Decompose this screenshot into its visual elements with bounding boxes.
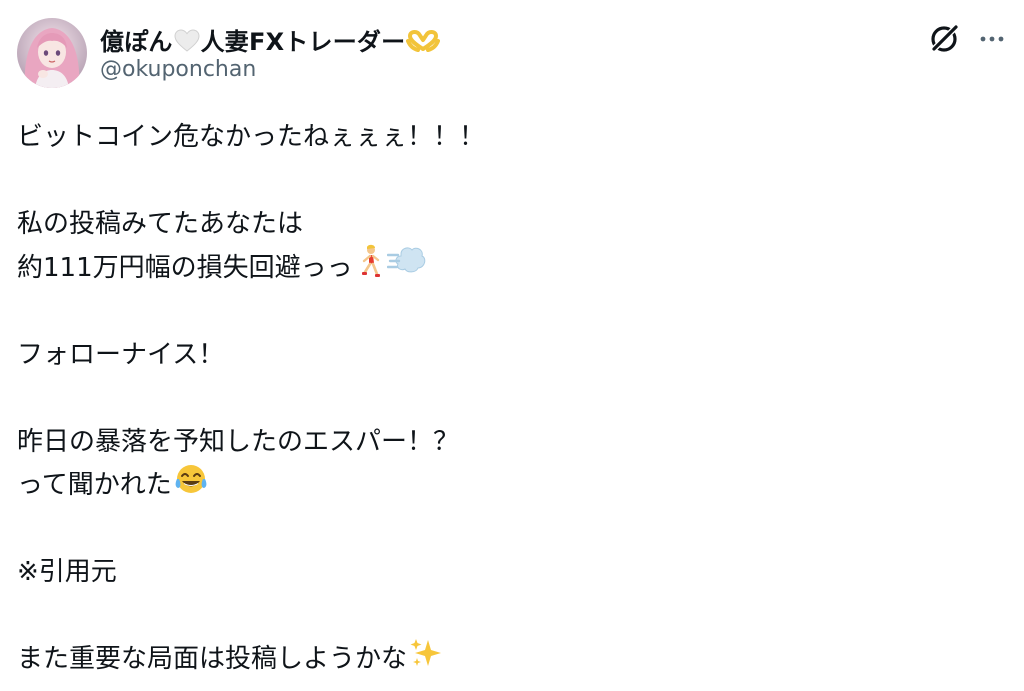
tweet-line-text: また重要な局面は投稿しようかな <box>17 644 408 674</box>
running-person-icon <box>355 244 385 293</box>
display-name-part2: 人妻FXトレーダー <box>200 28 406 56</box>
tweet-line: ビットコイン危なかったねぇぇぇ！！！ <box>17 116 1007 160</box>
white-heart-icon <box>174 29 200 59</box>
heart-hands-icon <box>406 29 441 59</box>
tweet-line-text: って聞かれた <box>17 470 172 500</box>
dash-icon <box>386 244 427 293</box>
more-options-icon[interactable] <box>975 22 1009 56</box>
tweet-line: 昨日の暴落を予知したのエスパー！？ <box>17 421 1007 465</box>
tweet-line-text: ※引用元 <box>17 557 117 587</box>
tweet-line: 約111万円幅の損失回避っっ <box>17 244 1007 293</box>
tweet-text: ビットコイン危なかったねぇぇぇ！！！ 私の投稿みてたあなたは 約111万円幅の損… <box>17 116 1007 682</box>
tweet-line-text: 約111万円幅の損失回避っっ <box>17 252 353 283</box>
tweet-line-text: 昨日の暴落を予知したのエスパー！？ <box>17 426 460 457</box>
display-name-part1: 億ぽん <box>100 28 173 56</box>
tweet-line: フォローナイス！ <box>17 334 1007 378</box>
tweet-line-text: フォローナイス！ <box>17 339 225 370</box>
tweet-line: また重要な局面は投稿しようかな <box>17 638 1007 682</box>
tweet-line-text: 私の投稿みてたあなたは <box>17 209 304 239</box>
user-handle[interactable]: @okuponchan <box>100 57 256 82</box>
avatar[interactable] <box>17 18 87 88</box>
tweet-line: ※引用元 <box>17 551 1007 595</box>
grok-icon[interactable] <box>927 22 961 56</box>
tweet-line: 私の投稿みてたあなたは <box>17 203 1007 247</box>
display-name[interactable]: 億ぽん 人妻FXトレーダー <box>100 22 441 59</box>
tweet-line: って聞かれた <box>17 464 1007 508</box>
tweet-card: 億ぽん 人妻FXトレーダー @okuponchan ビットコイン危なかったねぇぇぇ… <box>0 0 1024 691</box>
tears-of-joy-icon <box>174 462 208 511</box>
tweet-line-text: ビットコイン危なかったねぇぇぇ！！！ <box>17 122 486 152</box>
sparkles-icon <box>409 636 443 685</box>
